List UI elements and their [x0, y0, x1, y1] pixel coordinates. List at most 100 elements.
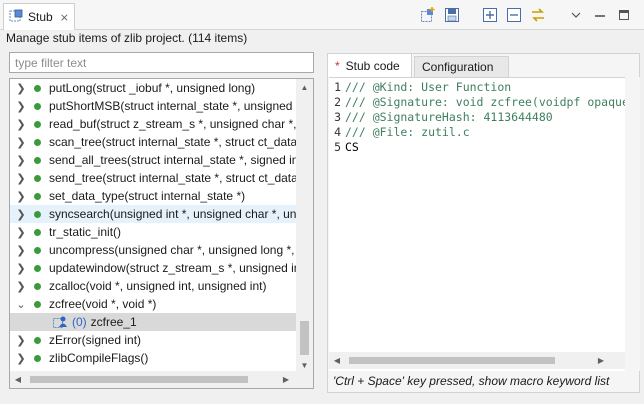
- code-text: /// @SignatureHash: 4113644480: [345, 110, 553, 124]
- tree-item-label: putLong(struct _iobuf *, unsigned long): [49, 81, 256, 95]
- tree-item-label: zlibCompileFlags(): [49, 351, 149, 365]
- tree-item[interactable]: ❯ set_data_type(struct internal_state *): [10, 187, 296, 205]
- save-icon[interactable]: [442, 6, 462, 24]
- stub-tree[interactable]: ❯ putLong(struct _iobuf *, unsigned long…: [9, 78, 314, 389]
- tab-configuration[interactable]: Configuration: [414, 56, 509, 77]
- code-line: 5 CS: [329, 140, 359, 155]
- editor-horizontal-scrollbar[interactable]: ◀ ▶: [329, 352, 625, 369]
- chevron-right-icon[interactable]: ❯: [13, 100, 29, 113]
- tree-item-label: syncsearch(unsigned int *, unsigned char…: [49, 207, 296, 221]
- tree-item[interactable]: ❯ send_all_trees(struct internal_state *…: [10, 151, 296, 169]
- line-number: 4: [334, 125, 341, 139]
- chevron-right-icon[interactable]: ❯: [13, 262, 29, 275]
- tree-child-label: zcfree_1: [90, 315, 137, 329]
- chevron-right-icon[interactable]: ❯: [13, 136, 29, 149]
- tree-item[interactable]: ❯ putShortMSB(struct internal_state *, u…: [10, 97, 296, 115]
- scroll-left-icon[interactable]: ◀: [329, 352, 345, 369]
- tree-item-expanded[interactable]: ⌄ zcfree(void *, void *): [10, 295, 296, 313]
- stub-tree-viewport: ❯ putLong(struct _iobuf *, unsigned long…: [10, 79, 296, 373]
- tree-item[interactable]: ❯ tr_static_init(): [10, 223, 296, 241]
- function-status-icon: [34, 192, 41, 200]
- function-status-icon: [34, 246, 41, 254]
- function-status-icon: [34, 336, 41, 344]
- view-menu-icon[interactable]: [566, 6, 586, 24]
- code-text: /// @File: zutil.c: [345, 125, 470, 139]
- sync-link-icon[interactable]: [528, 6, 548, 24]
- editor-vertical-scrollbar[interactable]: [625, 77, 640, 371]
- line-number: 1: [334, 80, 341, 94]
- scroll-right-icon[interactable]: ▶: [278, 371, 294, 388]
- function-status-icon: [34, 282, 41, 290]
- tree-item[interactable]: ❯ uncompress(unsigned char *, unsigned l…: [10, 241, 296, 259]
- close-icon[interactable]: ⨯: [60, 11, 69, 24]
- tree-item-label: updatewindow(struct z_stream_s *, unsign…: [49, 261, 296, 275]
- tree-item[interactable]: ❯ updatewindow(struct z_stream_s *, unsi…: [10, 259, 296, 277]
- tree-item-label: send_tree(struct internal_state *, struc…: [49, 171, 296, 185]
- tree-item[interactable]: ❯ send_tree(struct internal_state *, str…: [10, 169, 296, 187]
- chevron-right-icon[interactable]: ❯: [13, 208, 29, 221]
- function-status-icon: [34, 228, 41, 236]
- chevron-right-icon[interactable]: ❯: [13, 244, 29, 257]
- tab-configuration-label: Configuration: [422, 60, 494, 74]
- maximize-icon[interactable]: [614, 6, 634, 24]
- tree-vertical-scroll-thumb[interactable]: [300, 321, 309, 355]
- stub-view-title: Stub: [28, 10, 53, 24]
- scroll-right-icon[interactable]: ▶: [593, 352, 609, 369]
- chevron-down-icon[interactable]: ⌄: [13, 298, 29, 311]
- minimize-icon[interactable]: [590, 6, 610, 24]
- tree-item-label: tr_static_init(): [49, 225, 122, 239]
- tree-item-label: uncompress(unsigned char *, unsigned lon…: [49, 243, 296, 257]
- code-line: 2 /// @Signature: void zcfree(voidpf opaq…: [329, 95, 625, 110]
- collapse-all-icon[interactable]: [504, 6, 524, 24]
- chevron-right-icon[interactable]: ❯: [13, 352, 29, 365]
- filter-input[interactable]: [9, 52, 314, 73]
- function-status-icon: [34, 156, 41, 164]
- function-status-icon: [34, 264, 41, 272]
- view-toolbar: [418, 6, 634, 24]
- tree-item-label: read_buf(struct z_stream_s *, unsigned c…: [49, 117, 296, 131]
- child-count: (0): [72, 315, 87, 329]
- chevron-right-icon[interactable]: ❯: [13, 82, 29, 95]
- stub-view-icon: [9, 9, 23, 26]
- tree-item[interactable]: ❯ syncsearch(unsigned int *, unsigned ch…: [10, 205, 296, 223]
- chevron-right-icon[interactable]: ❯: [13, 118, 29, 131]
- tree-item-label: putShortMSB(struct internal_state *, uns…: [49, 99, 296, 113]
- code-text: /// @Kind: User Function: [345, 80, 512, 94]
- expand-all-icon[interactable]: [480, 6, 500, 24]
- tree-horizontal-scroll-thumb[interactable]: [30, 376, 248, 383]
- tree-item[interactable]: ❯ read_buf(struct z_stream_s *, unsigned…: [10, 115, 296, 133]
- code-text: CS: [345, 140, 359, 154]
- stub-code-editor[interactable]: 1 /// @Kind: User Function 2 /// @Signatur…: [329, 77, 625, 371]
- chevron-right-icon[interactable]: ❯: [13, 334, 29, 347]
- new-stub-icon[interactable]: [418, 6, 438, 24]
- tree-item[interactable]: ❯ putLong(struct _iobuf *, unsigned long…: [10, 79, 296, 97]
- chevron-right-icon[interactable]: ❯: [13, 154, 29, 167]
- tree-item-label: zcfree(void *, void *): [49, 297, 157, 311]
- function-status-icon: [34, 174, 41, 182]
- code-line: 4 /// @File: zutil.c: [329, 125, 470, 140]
- tree-horizontal-scrollbar[interactable]: ◀ ▶: [10, 371, 313, 388]
- tree-child-item[interactable]: (0) zcfree_1: [10, 313, 296, 331]
- scroll-left-icon[interactable]: ◀: [10, 371, 26, 388]
- function-status-icon: [34, 84, 41, 92]
- tree-item[interactable]: ❯ zlibCompileFlags(): [10, 349, 296, 367]
- scroll-up-icon[interactable]: ▲: [296, 79, 313, 95]
- tree-item[interactable]: ❯ scan_tree(struct internal_state *, str…: [10, 133, 296, 151]
- stub-summary-label: Manage stub items of zlib project. (114 …: [6, 31, 248, 45]
- stub-view-tab[interactable]: Stub ⨯: [3, 3, 75, 30]
- tab-stub-code[interactable]: * Stub code: [328, 54, 412, 77]
- chevron-right-icon[interactable]: ❯: [13, 190, 29, 203]
- chevron-right-icon[interactable]: ❯: [13, 280, 29, 293]
- function-status-icon: [34, 354, 41, 362]
- code-line: 1 /// @Kind: User Function: [329, 80, 511, 95]
- editor-horizontal-scroll-thumb[interactable]: [349, 357, 555, 364]
- tree-item[interactable]: ❯ zError(signed int): [10, 331, 296, 349]
- tree-item[interactable]: ❯ zcalloc(void *, unsigned int, unsigned…: [10, 277, 296, 295]
- chevron-right-icon[interactable]: ❯: [13, 172, 29, 185]
- chevron-right-icon[interactable]: ❯: [13, 226, 29, 239]
- tree-vertical-scrollbar[interactable]: ▲ ▼: [296, 79, 313, 373]
- code-line: 3 /// @SignatureHash: 4113644480: [329, 110, 553, 125]
- code-text: /// @Signature: void zcfree(voidpf opaqu…: [345, 95, 625, 109]
- function-status-icon: [34, 138, 41, 146]
- stub-user-icon: [53, 315, 69, 329]
